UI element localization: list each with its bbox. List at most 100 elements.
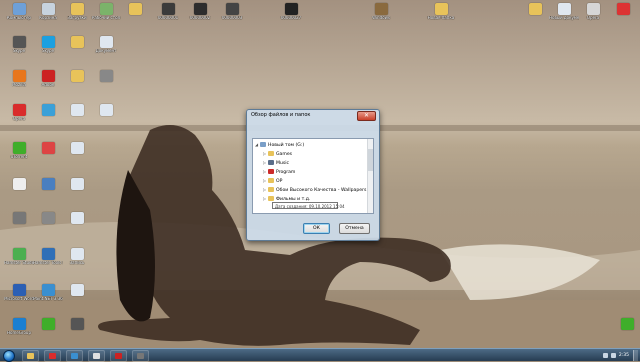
- desktop-shortcut[interactable]: [62, 70, 92, 96]
- taskbar-button[interactable]: [44, 350, 61, 362]
- document-icon: [70, 248, 84, 260]
- folder-icon: [268, 178, 274, 183]
- app-icon: [41, 178, 55, 190]
- desktop-shortcut-label: Корзина: [39, 16, 57, 20]
- folder-icon: [268, 196, 274, 201]
- drive-icon: [260, 142, 266, 147]
- folder-icon: [434, 3, 448, 15]
- desktop-shortcut[interactable]: Skype: [33, 36, 63, 62]
- desktop-shortcut-label: Документ: [95, 49, 117, 53]
- tree-row-new-volume[interactable]: ◢ Новый том (G:): [253, 141, 304, 149]
- desktop-shortcut[interactable]: [62, 104, 92, 130]
- recycle-bin-icon: [41, 3, 55, 15]
- desktop-shortcut[interactable]: [62, 318, 92, 344]
- desktop-shortcut[interactable]: Hamster Tools Pro: [33, 248, 63, 274]
- desktop-shortcut[interactable]: Hamster Studio 7: [4, 248, 34, 274]
- network-icon[interactable]: [602, 352, 608, 358]
- tree-scrollbar[interactable]: [367, 139, 373, 213]
- tree-row-label: Program: [276, 170, 296, 175]
- tree-row-op[interactable]: ▷ OP: [253, 177, 282, 185]
- desktop-shortcut-label: Skype: [12, 49, 26, 53]
- cancel-button[interactable]: Отмена: [339, 223, 370, 234]
- taskbar-button[interactable]: [88, 350, 105, 362]
- desktop-shortcut[interactable]: [33, 142, 63, 168]
- desktop-shortcut[interactable]: [120, 3, 150, 29]
- desktop-shortcut-label: Skype: [41, 49, 55, 53]
- tree-row-wallpapers[interactable]: ▷ Обои Высокого Качества - Wallpapers: [253, 186, 366, 194]
- ok-button[interactable]: ОК: [303, 223, 330, 234]
- desktop-shortcut[interactable]: [62, 178, 92, 204]
- desktop-shortcut[interactable]: [33, 318, 63, 344]
- document-icon: [70, 284, 84, 296]
- folder-icon: [70, 3, 84, 15]
- desktop-shortcut-label: Windows: [372, 16, 390, 20]
- desktop-shortcut[interactable]: [4, 212, 34, 238]
- desktop-shortcut[interactable]: Mozilla: [4, 70, 34, 96]
- desktop-shortcut[interactable]: Новая папка: [426, 3, 456, 29]
- desktop-shortcut[interactable]: [33, 178, 63, 204]
- desktop-shortcut[interactable]: Opera: [578, 3, 608, 29]
- desktop-shortcut[interactable]: Документ: [91, 36, 121, 62]
- taskbar-opera-icon: [49, 353, 56, 359]
- close-button[interactable]: ✕: [357, 111, 376, 121]
- desktop-shortcut[interactable]: Рабочий стол: [91, 3, 121, 29]
- show-desktop-button[interactable]: [633, 349, 638, 361]
- desktop-shortcut-label: 00000027: [280, 16, 302, 20]
- desktop-shortcut[interactable]: HomeGroup: [4, 318, 34, 344]
- desktop-shortcut-label: Рабочий стол: [91, 16, 121, 20]
- tree-row-games[interactable]: ▷ Games: [253, 150, 292, 158]
- desktop-shortcut[interactable]: Microsoft Word: [4, 284, 34, 310]
- desktop-shortcut[interactable]: [62, 36, 92, 62]
- tree-row-music[interactable]: ▷ Music: [253, 159, 289, 167]
- desktop-shortcut[interactable]: [62, 284, 92, 310]
- taskbar: 2:35: [0, 348, 640, 362]
- desktop-shortcut[interactable]: Корзина: [33, 3, 63, 29]
- desktop-shortcut[interactable]: Skype: [4, 36, 34, 62]
- dialog-titlebar[interactable]: Обзор файлов и папок ✕: [247, 110, 379, 121]
- desktop-shortcut-label: Загрузки: [67, 16, 87, 20]
- app-icon: [586, 3, 600, 15]
- browse-folder-dialog: Обзор файлов и папок ✕ ◢ Новый том (G:) ▷ G…: [246, 109, 380, 241]
- desktop-shortcut[interactable]: [91, 70, 121, 96]
- desktop-shortcut[interactable]: Компьютер: [4, 3, 34, 29]
- desktop-shortcut[interactable]: [612, 318, 640, 344]
- desktop-shortcut[interactable]: Запись: [62, 248, 92, 274]
- taskbar-button[interactable]: [22, 350, 39, 362]
- settings-app-icon: [12, 36, 26, 48]
- desktop-shortcut-label: uTorrent: [10, 155, 28, 159]
- desktop-shortcut[interactable]: [33, 104, 63, 130]
- document-icon: [99, 36, 113, 48]
- scrollbar-thumb[interactable]: [368, 149, 373, 171]
- desktop-shortcut[interactable]: [62, 142, 92, 168]
- desktop-shortcut[interactable]: Загрузки: [62, 3, 92, 29]
- tree-row-program[interactable]: ▷ Program: [253, 168, 295, 176]
- desktop-shortcut[interactable]: [91, 104, 121, 130]
- desktop-shortcut[interactable]: 00000003: [217, 3, 247, 29]
- desktop-shortcut-label: Hamster Studio 7: [4, 261, 34, 265]
- desktop-shortcut[interactable]: [33, 212, 63, 238]
- desktop-shortcut[interactable]: Adobe: [33, 70, 63, 96]
- start-button[interactable]: [3, 350, 15, 362]
- desktop-shortcut[interactable]: [520, 3, 550, 29]
- desktop-shortcut-label: Adobe: [41, 83, 55, 87]
- desktop-shortcut[interactable]: 00000027: [276, 3, 306, 29]
- desktop-shortcut-label: Новый документ: [549, 16, 579, 20]
- desktop-shortcut[interactable]: [4, 178, 34, 204]
- desktop-shortcut[interactable]: 00000002: [185, 3, 215, 29]
- clock[interactable]: 2:35: [619, 353, 629, 358]
- app-icon: [41, 104, 55, 116]
- desktop-shortcut[interactable]: Opera: [4, 104, 34, 130]
- folder-icon: [128, 3, 142, 15]
- desktop-shortcut[interactable]: 00000001: [153, 3, 183, 29]
- taskbar-button[interactable]: [110, 350, 127, 362]
- dialog-title: Обзор файлов и папок: [251, 112, 311, 118]
- desktop-shortcut[interactable]: Новый документ: [549, 3, 579, 29]
- desktop-shortcut[interactable]: Paint.NET 3.36: [33, 284, 63, 310]
- desktop-shortcut[interactable]: [62, 212, 92, 238]
- desktop-shortcut[interactable]: uTorrent: [4, 142, 34, 168]
- desktop-shortcut[interactable]: Windows: [366, 3, 396, 29]
- taskbar-button[interactable]: [132, 350, 149, 362]
- taskbar-button[interactable]: [66, 350, 83, 362]
- volume-icon[interactable]: [610, 352, 616, 358]
- desktop-shortcut[interactable]: [608, 3, 638, 29]
